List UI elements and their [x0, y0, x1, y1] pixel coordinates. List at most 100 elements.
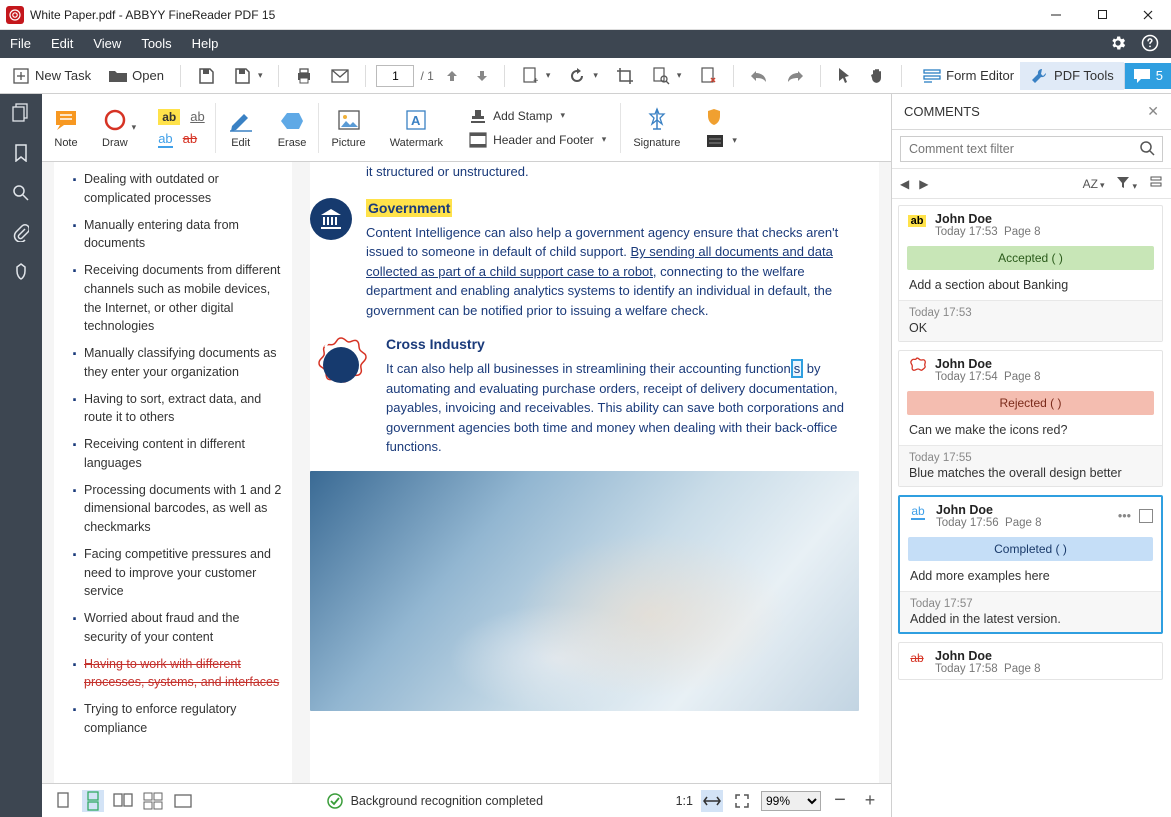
comment-filter-input[interactable]: [900, 136, 1163, 162]
view-continuous[interactable]: [82, 790, 104, 812]
comments-panel: COMMENTS ✕ ◀ ▶ AZ▾ ▾ abJohn DoeToday 17:…: [892, 94, 1171, 817]
rotate-button[interactable]: ▾: [562, 63, 604, 89]
attachments-tab[interactable]: [10, 222, 32, 244]
fit-width-button[interactable]: [701, 790, 723, 812]
view-two-page[interactable]: [112, 790, 134, 812]
highlight-tool[interactable]: ab: [158, 108, 180, 126]
email-button[interactable]: [325, 63, 355, 89]
prev-comment-button[interactable]: ◀: [900, 177, 909, 191]
zoom-ratio[interactable]: 1:1: [676, 794, 693, 808]
fit-page-button[interactable]: [731, 790, 753, 812]
pointer-tool[interactable]: [831, 63, 857, 89]
new-task-button[interactable]: New Task: [6, 63, 97, 89]
government-heading: Government: [366, 199, 452, 217]
save-icon: [197, 67, 215, 85]
search-page-button[interactable]: ▾: [646, 63, 688, 89]
list-item: Dealing with outdated or complicated pro…: [74, 170, 282, 208]
menu-file[interactable]: File: [0, 30, 41, 58]
comment-item[interactable]: abJohn DoeToday 17:53 Page 8Accepted ( )…: [898, 205, 1163, 342]
list-item: Facing competitive pressures and need to…: [74, 545, 282, 601]
signature-tab[interactable]: [10, 262, 32, 284]
bookmarks-tab[interactable]: [10, 142, 32, 164]
comment-checkbox[interactable]: [1139, 509, 1153, 523]
note-tool[interactable]: Note: [42, 94, 90, 161]
comment-author: John Doe: [935, 649, 1041, 663]
save-button[interactable]: [191, 63, 221, 89]
protect-tool[interactable]: [702, 106, 741, 128]
header-footer-tool[interactable]: Header and Footer▾: [465, 130, 610, 150]
comment-status: Accepted ( ): [907, 246, 1154, 270]
delete-page-button[interactable]: [693, 63, 723, 89]
page-view[interactable]: Dealing with outdated or complicated pro…: [42, 162, 891, 783]
add-page-button[interactable]: +▾: [515, 63, 557, 89]
form-editor-button[interactable]: Form Editor: [917, 63, 1020, 89]
signature-icon: [646, 107, 668, 133]
view-fullscreen[interactable]: [172, 790, 194, 812]
crop-icon: [616, 67, 634, 85]
comments-toggle-button[interactable]: 5: [1124, 63, 1171, 89]
annotation-tool[interactable]: ab: [158, 130, 172, 148]
new-task-icon: [12, 67, 30, 85]
watermark-tool[interactable]: A Watermark: [378, 94, 455, 161]
comment-text: Can we make the icons red?: [899, 419, 1162, 445]
expand-all-button[interactable]: [1149, 175, 1163, 192]
cross-industry-heading: Cross Industry: [386, 334, 859, 355]
pdf-tools-button[interactable]: PDF Tools: [1020, 62, 1124, 90]
open-button[interactable]: Open: [103, 63, 170, 89]
window-minimize-button[interactable]: [1033, 0, 1079, 30]
filter-button[interactable]: ▾: [1116, 175, 1137, 192]
pages-tab[interactable]: [10, 102, 32, 124]
crop-button[interactable]: [610, 63, 640, 89]
zoom-out-button[interactable]: −: [829, 790, 851, 812]
signature-tool[interactable]: Signature: [621, 94, 692, 161]
comments-close-button[interactable]: ✕: [1147, 103, 1159, 120]
page-input[interactable]: [376, 65, 414, 87]
comment-type-icon: ab: [907, 649, 927, 667]
save-as-button[interactable]: ▾: [227, 63, 269, 89]
comment-item[interactable]: John DoeToday 17:54 Page 8Rejected ( )Ca…: [898, 350, 1163, 487]
main-toolbar: New Task Open ▾ / 1 +▾ ▾ ▾: [0, 58, 1171, 94]
menu-view[interactable]: View: [83, 30, 131, 58]
settings-icon[interactable]: [1109, 34, 1127, 55]
list-item: Worried about fraud and the security of …: [74, 609, 282, 647]
next-comment-button[interactable]: ▶: [919, 177, 928, 191]
edit-tool[interactable]: Edit: [216, 94, 266, 161]
redo-button[interactable]: [780, 65, 810, 87]
menubar: File Edit View Tools Help: [0, 30, 1171, 58]
add-stamp-tool[interactable]: Add Stamp▾: [465, 106, 610, 126]
zoom-select[interactable]: 99%: [761, 791, 821, 811]
comment-item[interactable]: abJohn DoeToday 17:56 Page 8•••Completed…: [898, 495, 1163, 634]
svg-text:+: +: [533, 76, 538, 85]
erase-tool[interactable]: Erase: [266, 94, 319, 161]
window-maximize-button[interactable]: [1079, 0, 1125, 30]
hand-tool[interactable]: [863, 63, 891, 89]
window-close-button[interactable]: [1125, 0, 1171, 30]
page-down-button[interactable]: [470, 65, 494, 87]
menu-help[interactable]: Help: [182, 30, 229, 58]
undo-button[interactable]: [744, 65, 774, 87]
sort-button[interactable]: AZ▾: [1083, 177, 1105, 191]
print-button[interactable]: [289, 63, 319, 89]
text-selection[interactable]: s: [791, 359, 804, 378]
menu-edit[interactable]: Edit: [41, 30, 83, 58]
page-up-button[interactable]: [440, 65, 464, 87]
picture-icon: [337, 107, 361, 133]
help-icon[interactable]: [1141, 34, 1159, 55]
view-two-continuous[interactable]: [142, 790, 164, 812]
strikethrough-tool[interactable]: ab: [183, 130, 197, 148]
view-single-page[interactable]: [52, 790, 74, 812]
comment-item[interactable]: abJohn DoeToday 17:58 Page 8: [898, 642, 1163, 680]
menu-tools[interactable]: Tools: [131, 30, 181, 58]
comment-menu-button[interactable]: •••: [1118, 509, 1131, 523]
erase-icon: [279, 107, 305, 133]
list-item: Receiving content in different languages: [74, 435, 282, 473]
draw-tool[interactable]: Draw ▾: [90, 94, 148, 161]
cross-industry-paragraph: It can also help all businesses in strea…: [386, 359, 859, 457]
picture-tool[interactable]: Picture: [319, 94, 377, 161]
search-tab[interactable]: [10, 182, 32, 204]
underline-tool[interactable]: ab: [190, 108, 204, 126]
list-item: Processing documents with 1 and 2 dimens…: [74, 481, 282, 537]
search-icon[interactable]: [1140, 141, 1155, 161]
redact-tool[interactable]: ▾: [702, 132, 741, 150]
zoom-in-button[interactable]: +: [859, 790, 881, 812]
